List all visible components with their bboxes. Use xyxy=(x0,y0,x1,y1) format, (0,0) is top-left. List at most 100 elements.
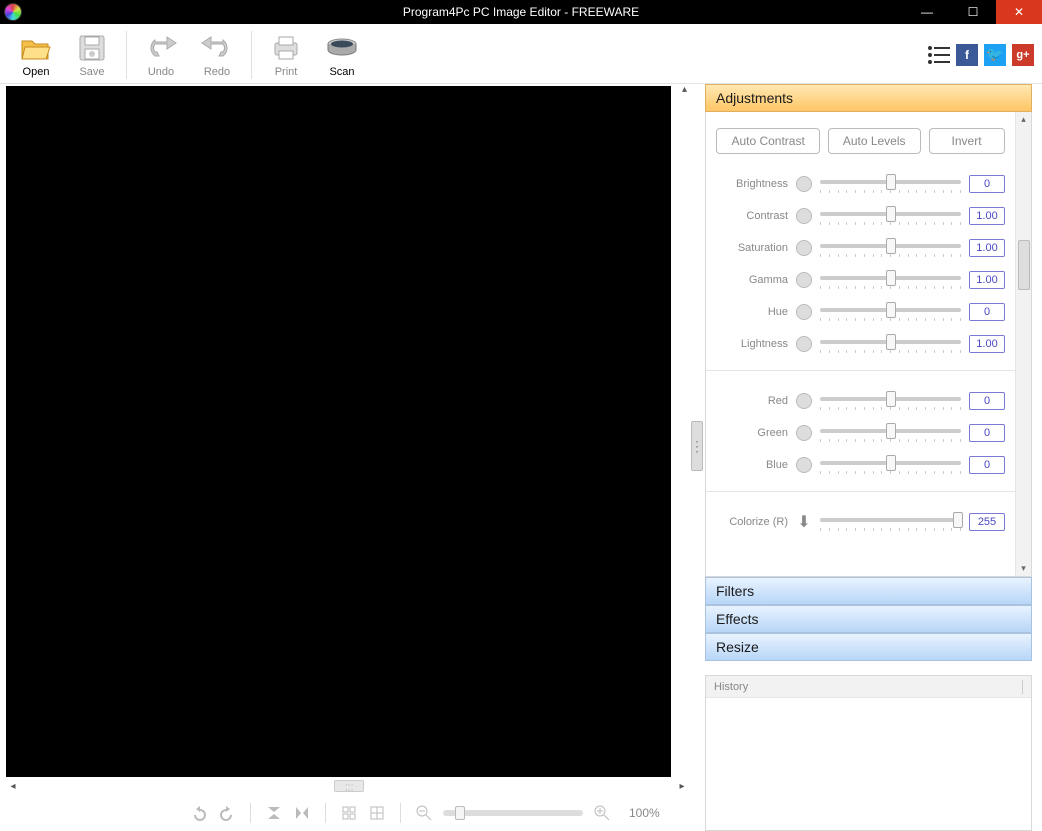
slider-icon xyxy=(796,457,812,473)
toolbar-separator xyxy=(126,31,127,79)
slider-track[interactable] xyxy=(820,270,961,290)
slider-label: Blue xyxy=(716,459,788,471)
slider-track[interactable] xyxy=(820,455,961,475)
print-button[interactable]: Print xyxy=(258,27,314,83)
canvas[interactable] xyxy=(6,86,671,777)
slider-track[interactable] xyxy=(820,238,961,258)
twitter-button[interactable]: 🐦 xyxy=(984,44,1006,66)
invert-button[interactable]: Invert xyxy=(929,128,1005,154)
slider-icon: ⬇ xyxy=(796,514,812,530)
slider-label: Hue xyxy=(716,306,788,318)
slider-value[interactable]: 1.00 xyxy=(969,207,1005,225)
maximize-button[interactable]: ☐ xyxy=(950,0,996,24)
slider-lightness: Lightness 1.00 xyxy=(716,328,1005,360)
splitter[interactable] xyxy=(689,84,705,831)
slider-track[interactable] xyxy=(820,391,961,411)
toolbar-separator xyxy=(251,31,252,79)
adjustments-header[interactable]: Adjustments xyxy=(705,84,1032,112)
slider-label: Green xyxy=(716,427,788,439)
slider-icon xyxy=(796,336,812,352)
slider-green: Green 0 xyxy=(716,417,1005,449)
slider-blue: Blue 0 xyxy=(716,449,1005,481)
slider-track[interactable] xyxy=(820,334,961,354)
main-area: ▴ ◂ ▸ 100% Adjustments xyxy=(0,84,1042,831)
slider-label: Contrast xyxy=(716,210,788,222)
slider-label: Colorize (R) xyxy=(716,516,788,528)
folder-open-icon xyxy=(20,32,52,64)
slider-saturation: Saturation1.00 xyxy=(716,232,1005,264)
list-view-icon[interactable] xyxy=(928,46,950,64)
flip-vertical-icon[interactable] xyxy=(265,804,283,822)
slider-track[interactable] xyxy=(820,206,961,226)
zoom-label: 100% xyxy=(629,806,660,820)
slider-track[interactable] xyxy=(820,174,961,194)
right-panel: Adjustments Auto Contrast Auto Levels In… xyxy=(705,84,1042,831)
rotate-right-icon[interactable] xyxy=(218,804,236,822)
window-title: Program4Pc PC Image Editor - FREEWARE xyxy=(0,5,1042,19)
actual-size-icon[interactable] xyxy=(368,804,386,822)
slider-value[interactable]: 1.00 xyxy=(969,271,1005,289)
save-button[interactable]: Save xyxy=(64,27,120,83)
slider-icon xyxy=(796,425,812,441)
fit-icon[interactable] xyxy=(340,804,358,822)
scan-button[interactable]: Scan xyxy=(314,27,370,83)
filters-header[interactable]: Filters xyxy=(705,577,1032,605)
slider-label: Gamma xyxy=(716,274,788,286)
auto-levels-button[interactable]: Auto Levels xyxy=(828,128,921,154)
auto-contrast-button[interactable]: Auto Contrast xyxy=(716,128,819,154)
googleplus-button[interactable]: g+ xyxy=(1012,44,1034,66)
slider-hue: Hue 0 xyxy=(716,296,1005,328)
toolbar: Open Save Undo Redo Print Scan xyxy=(0,24,1042,84)
slider-label: Lightness xyxy=(716,338,788,350)
history-header: History xyxy=(706,676,1031,698)
scanner-icon xyxy=(326,32,358,64)
effects-header[interactable]: Effects xyxy=(705,605,1032,633)
slider-value[interactable]: 0 xyxy=(969,456,1005,474)
redo-button[interactable]: Redo xyxy=(189,27,245,83)
close-button[interactable]: ✕ xyxy=(996,0,1042,24)
slider-track[interactable] xyxy=(820,423,961,443)
vertical-scrollbar[interactable]: ▴ xyxy=(671,84,689,777)
zoom-out-icon[interactable] xyxy=(415,804,433,822)
save-label: Save xyxy=(79,66,104,78)
rotate-left-icon[interactable] xyxy=(190,804,208,822)
panel-scrollbar[interactable]: ▴▾ xyxy=(1015,112,1031,576)
undo-icon xyxy=(145,32,177,64)
zoom-slider[interactable] xyxy=(443,810,583,816)
slider-icon xyxy=(796,176,812,192)
undo-label: Undo xyxy=(148,66,174,78)
open-button[interactable]: Open xyxy=(8,27,64,83)
titlebar: Program4Pc PC Image Editor - FREEWARE — … xyxy=(0,0,1042,24)
save-icon xyxy=(76,32,108,64)
slider-label: Brightness xyxy=(716,178,788,190)
undo-button[interactable]: Undo xyxy=(133,27,189,83)
slider-value[interactable]: 0 xyxy=(969,175,1005,193)
facebook-button[interactable]: f xyxy=(956,44,978,66)
slider-value[interactable]: 0 xyxy=(969,424,1005,442)
slider-label: Red xyxy=(716,395,788,407)
printer-icon xyxy=(270,32,302,64)
flip-horizontal-icon[interactable] xyxy=(293,804,311,822)
slider-icon xyxy=(796,272,812,288)
slider-brightness: Brightness 0 xyxy=(716,168,1005,200)
horizontal-scrollbar[interactable]: ◂ ▸ xyxy=(6,777,689,795)
app-icon xyxy=(4,3,22,21)
history-panel: History xyxy=(705,675,1032,831)
adjustments-body: Auto Contrast Auto Levels Invert Brightn… xyxy=(705,112,1032,577)
minimize-button[interactable]: — xyxy=(904,0,950,24)
slider-icon xyxy=(796,393,812,409)
open-label: Open xyxy=(23,66,50,78)
redo-icon xyxy=(201,32,233,64)
slider-gamma: Gamma 1.00 xyxy=(716,264,1005,296)
resize-header[interactable]: Resize xyxy=(705,633,1032,661)
slider-contrast: Contrast 1.00 xyxy=(716,200,1005,232)
slider-track[interactable] xyxy=(820,302,961,322)
window-buttons: — ☐ ✕ xyxy=(904,0,1042,24)
slider-value[interactable]: 1.00 xyxy=(969,239,1005,257)
slider-value[interactable]: 255 xyxy=(969,513,1005,531)
slider-value[interactable]: 1.00 xyxy=(969,335,1005,353)
slider-value[interactable]: 0 xyxy=(969,303,1005,321)
slider-value[interactable]: 0 xyxy=(969,392,1005,410)
slider-track[interactable] xyxy=(820,512,961,532)
zoom-in-icon[interactable] xyxy=(593,804,611,822)
